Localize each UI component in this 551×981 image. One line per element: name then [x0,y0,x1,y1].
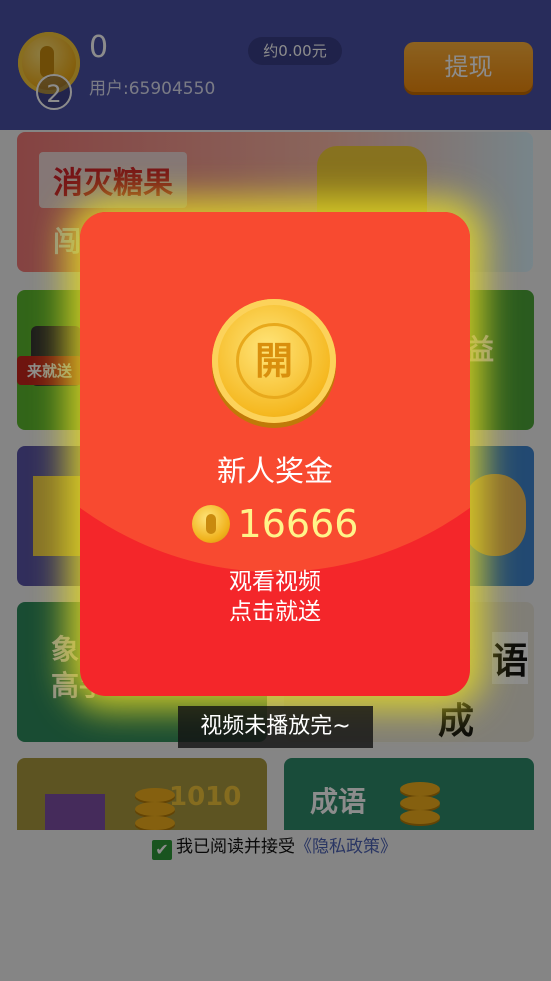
open-char: 開 [236,323,312,399]
bonus-title: 新人奖金 [216,454,333,488]
toast-message: 视频未播放完~ [178,706,373,748]
open-envelope-button[interactable]: 開 [212,299,336,423]
bonus-amount: 16666 [237,502,359,546]
coin-icon [191,505,230,543]
click-to-get-text: 点击就送 [229,599,321,625]
red-envelope-modal: 開 新人奖金 16666 观看视频 点击就送 [80,212,470,696]
bonus-amount-row: 16666 [80,502,470,546]
watch-video-text: 观看视频 [229,569,321,595]
